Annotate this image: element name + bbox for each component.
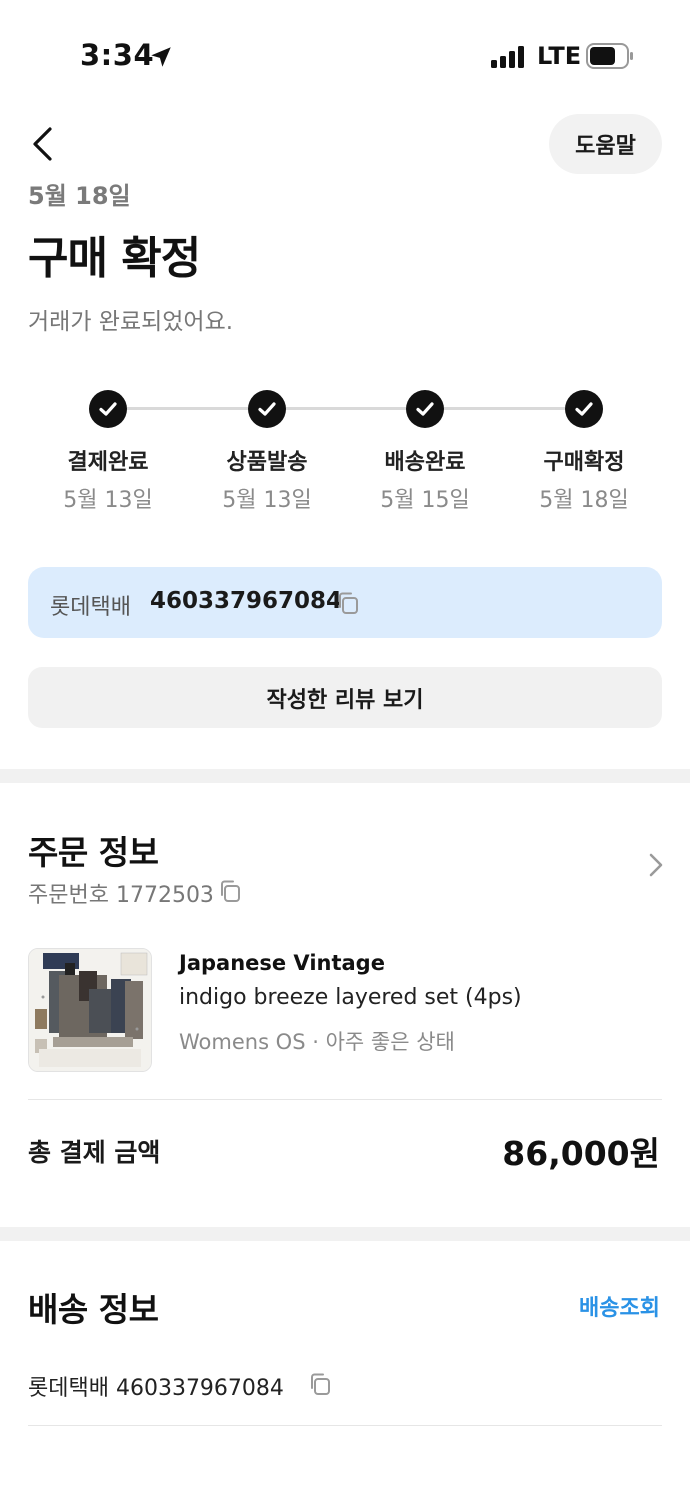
product-meta: Womens OS · 아주 좋은 상태: [179, 1030, 455, 1054]
step-date: 5월 13일: [63, 488, 153, 513]
status-date: 5월 18일: [28, 182, 131, 210]
order-number: 주문번호 1772503: [28, 883, 214, 908]
product-brand: Japanese Vintage: [179, 951, 385, 975]
divider-line: [28, 1099, 662, 1100]
signal-icon: [491, 46, 524, 68]
product-thumbnail[interactable]: [28, 948, 152, 1072]
copy-icon[interactable]: [336, 591, 360, 615]
network-type: LTE: [537, 42, 582, 70]
section-divider: [0, 1227, 690, 1241]
battery-icon: [586, 43, 633, 69]
help-button[interactable]: 도움말: [549, 114, 662, 174]
tracking-number: 460337967084: [150, 588, 343, 614]
step-connector: [286, 407, 406, 410]
step-date: 5월 15일: [380, 488, 470, 513]
step-date: 5월 18일: [539, 488, 629, 513]
step-date: 5월 13일: [222, 488, 312, 513]
tracking-carrier: 롯데택배: [50, 595, 131, 620]
step-label: 구매확정: [543, 450, 625, 475]
step-check-icon: [565, 390, 603, 428]
total-amount: 86,000원: [502, 1134, 660, 1173]
product-name: indigo breeze layered set (4ps): [179, 985, 522, 1010]
page-title: 구매 확정: [28, 233, 201, 284]
status-time: 3:34: [80, 38, 155, 72]
section-divider: [0, 769, 690, 783]
step-label: 배송완료: [384, 450, 466, 475]
view-review-button[interactable]: 작성한 리뷰 보기: [28, 667, 662, 728]
step-check-icon: [248, 390, 286, 428]
chevron-left-icon: [33, 127, 52, 161]
copy-icon[interactable]: [218, 879, 242, 903]
chevron-right-icon[interactable]: [645, 852, 667, 878]
step-check-icon: [406, 390, 444, 428]
total-label: 총 결제 금액: [28, 1138, 161, 1167]
product-image: [29, 949, 151, 1071]
divider-line: [28, 1425, 662, 1426]
page-subtitle: 거래가 완료되었어요.: [28, 309, 234, 335]
step-connector: [127, 407, 248, 410]
step-label: 상품발송: [226, 450, 308, 475]
shipping-info-title: 배송 정보: [28, 1290, 159, 1329]
step-connector: [444, 407, 565, 410]
step-check-icon: [89, 390, 127, 428]
location-arrow-icon: [151, 47, 171, 67]
track-shipment-link[interactable]: 배송조회: [579, 1290, 660, 1322]
step-label: 결제완료: [67, 450, 149, 475]
copy-icon[interactable]: [308, 1372, 332, 1396]
order-info-title: 주문 정보: [28, 833, 159, 872]
back-button[interactable]: [22, 122, 62, 166]
shipping-tracking: 롯데택배 460337967084: [28, 1376, 284, 1401]
